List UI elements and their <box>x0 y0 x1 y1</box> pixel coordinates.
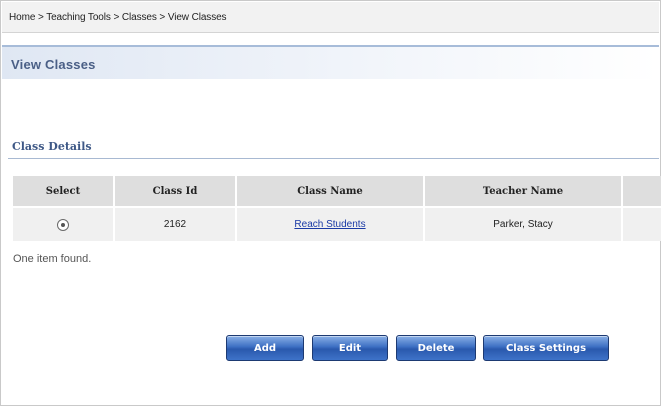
items-found-text: One item found. <box>13 253 92 265</box>
breadcrumb[interactable]: Home > Teaching Tools > Classes > View C… <box>9 12 227 23</box>
classes-table: Select Class Id Class Name Teacher Name … <box>13 176 661 241</box>
column-header-class-id: Class Id <box>114 176 237 207</box>
page-frame: Home > Teaching Tools > Classes > View C… <box>0 0 661 406</box>
title-bar: View Classes <box>2 45 659 79</box>
class-name-link[interactable]: Reach Students <box>294 219 365 230</box>
section-divider <box>8 158 659 159</box>
breadcrumb-bar: Home > Teaching Tools > Classes > View C… <box>2 2 659 33</box>
class-id-cell: 2162 <box>114 206 237 241</box>
section-title: Class Details <box>12 140 92 153</box>
page-title: View Classes <box>11 57 96 72</box>
select-radio[interactable] <box>57 218 69 231</box>
extra-cell <box>622 206 661 241</box>
table-row: 2162 Reach Students Parker, Stacy <box>13 206 661 241</box>
edit-button[interactable]: Edit <box>312 335 388 361</box>
column-header-teacher-name: Teacher Name <box>424 176 623 207</box>
column-header-extra <box>622 176 661 207</box>
add-button[interactable]: Add <box>226 335 304 361</box>
column-header-select: Select <box>13 176 115 207</box>
delete-button[interactable]: Delete <box>396 335 476 361</box>
class-settings-button[interactable]: Class Settings <box>483 335 609 361</box>
class-name-cell: Reach Students <box>236 206 425 241</box>
table-header-row: Select Class Id Class Name Teacher Name <box>13 176 661 207</box>
teacher-name-cell: Parker, Stacy <box>424 206 623 241</box>
column-header-class-name: Class Name <box>236 176 425 207</box>
select-cell <box>13 206 115 241</box>
